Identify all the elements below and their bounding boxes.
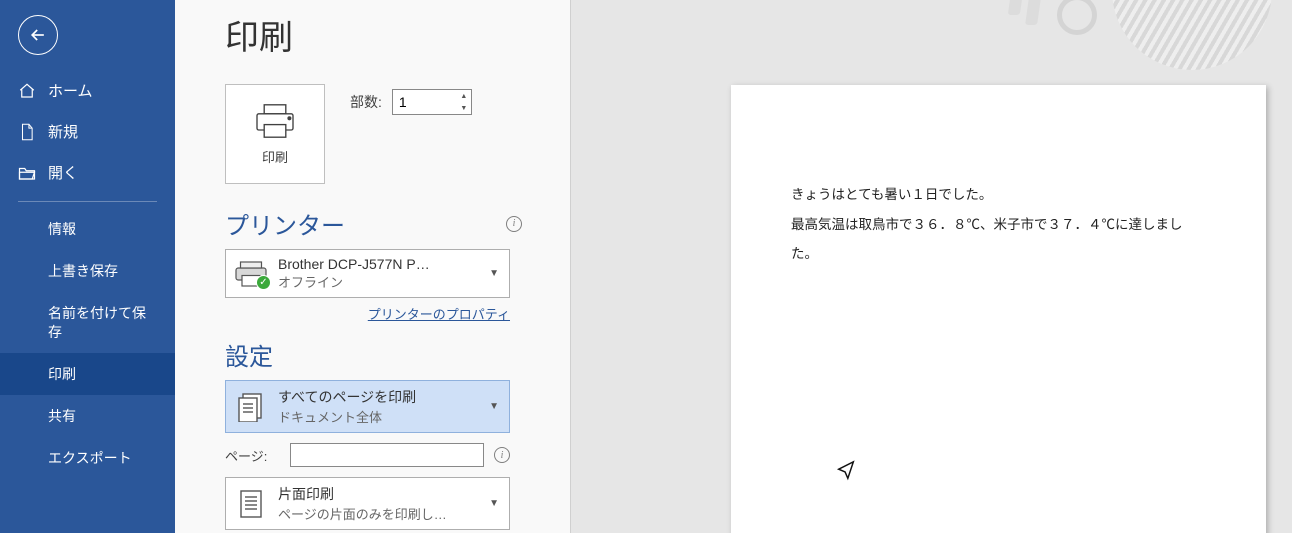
printer-name: Brother DCP-J577N P… xyxy=(278,256,477,272)
printer-section-heading: プリンター xyxy=(225,206,345,241)
duplex-select[interactable]: 片面印刷 ページの片面のみを印刷し… ▼ xyxy=(225,477,510,530)
back-button[interactable] xyxy=(18,15,58,55)
decorative-shape xyxy=(1008,0,1028,15)
pages-icon xyxy=(234,390,268,424)
copies-label: 部数: xyxy=(350,92,382,112)
page-range-main: すべてのページを印刷 xyxy=(278,387,477,407)
sidebar-item-label: 新規 xyxy=(48,121,78,142)
sidebar-item-home[interactable]: ホーム xyxy=(0,70,175,111)
printer-status: オフライン xyxy=(278,272,477,291)
pages-input[interactable] xyxy=(290,443,484,467)
status-ok-icon: ✓ xyxy=(256,275,271,290)
printer-select[interactable]: ✓ Brother DCP-J577N P… オフライン ▼ xyxy=(225,249,510,298)
print-button[interactable]: 印刷 xyxy=(225,84,325,184)
sidebar-item-open[interactable]: 開く xyxy=(0,152,175,193)
chevron-down-icon: ▼ xyxy=(487,498,501,509)
sidebar-item-export[interactable]: エクスポート xyxy=(0,437,175,479)
new-file-icon xyxy=(18,123,36,141)
printer-properties-link[interactable]: プリンターのプロパティ xyxy=(368,307,510,322)
duplex-sub: ページの片面のみを印刷し… xyxy=(278,504,477,523)
sidebar-item-saveas[interactable]: 名前を付けて保存 xyxy=(0,292,175,352)
copies-down-button[interactable]: ▼ xyxy=(457,102,471,114)
home-icon xyxy=(18,82,36,100)
sidebar-item-save[interactable]: 上書き保存 xyxy=(0,250,175,292)
sidebar-item-print[interactable]: 印刷 xyxy=(0,353,175,395)
chevron-down-icon: ▼ xyxy=(487,268,501,279)
pages-label: ページ: xyxy=(225,446,280,465)
duplex-main: 片面印刷 xyxy=(278,484,477,504)
preview-line: 最高気温は取鳥市で３６．８℃、米子市で３７．４℃に達しました。 xyxy=(791,210,1206,269)
cursor-icon xyxy=(835,460,857,488)
sidebar-item-label: ホーム xyxy=(48,80,93,101)
copies-up-button[interactable]: ▲ xyxy=(457,90,471,102)
backstage-sidebar: ホーム 新規 開く 情報 上書き保存 名前を付けて保存 印刷 共有 エクスポート xyxy=(0,0,175,533)
sidebar-item-share[interactable]: 共有 xyxy=(0,395,175,437)
page-range-sub: ドキュメント全体 xyxy=(278,407,477,426)
preview-line: きょうはとても暑い１日でした。 xyxy=(791,180,1206,210)
arrow-left-icon xyxy=(28,25,48,45)
sidebar-item-label: 開く xyxy=(48,162,78,183)
single-side-icon xyxy=(234,487,268,521)
sidebar-divider xyxy=(18,201,157,202)
print-settings-column: 印刷 印刷 部数: ▲ ▼ xyxy=(175,0,570,533)
sidebar-item-info[interactable]: 情報 xyxy=(0,208,175,250)
preview-page: きょうはとても暑い１日でした。 最高気温は取鳥市で３６．８℃、米子市で３７．４℃… xyxy=(731,85,1266,533)
folder-open-icon xyxy=(18,164,36,182)
decorative-shape xyxy=(1025,0,1047,25)
settings-section-heading: 設定 xyxy=(225,337,273,372)
page-range-select[interactable]: すべてのページを印刷 ドキュメント全体 ▼ xyxy=(225,380,510,433)
decorative-shape xyxy=(1112,0,1272,70)
chevron-down-icon: ▼ xyxy=(487,401,501,412)
info-icon[interactable]: i xyxy=(494,447,510,463)
print-button-label: 印刷 xyxy=(262,147,288,166)
sidebar-item-new[interactable]: 新規 xyxy=(0,111,175,152)
page-title: 印刷 xyxy=(225,10,570,59)
print-preview-area: きょうはとても暑い１日でした。 最高気温は取鳥市で３６．８℃、米子市で３７．４℃… xyxy=(570,0,1292,533)
main-panel: 印刷 印刷 部数: ▲ ▼ xyxy=(175,0,1292,533)
info-icon[interactable]: i xyxy=(506,216,522,232)
printer-icon xyxy=(253,103,297,139)
decorative-shape xyxy=(1057,0,1097,35)
